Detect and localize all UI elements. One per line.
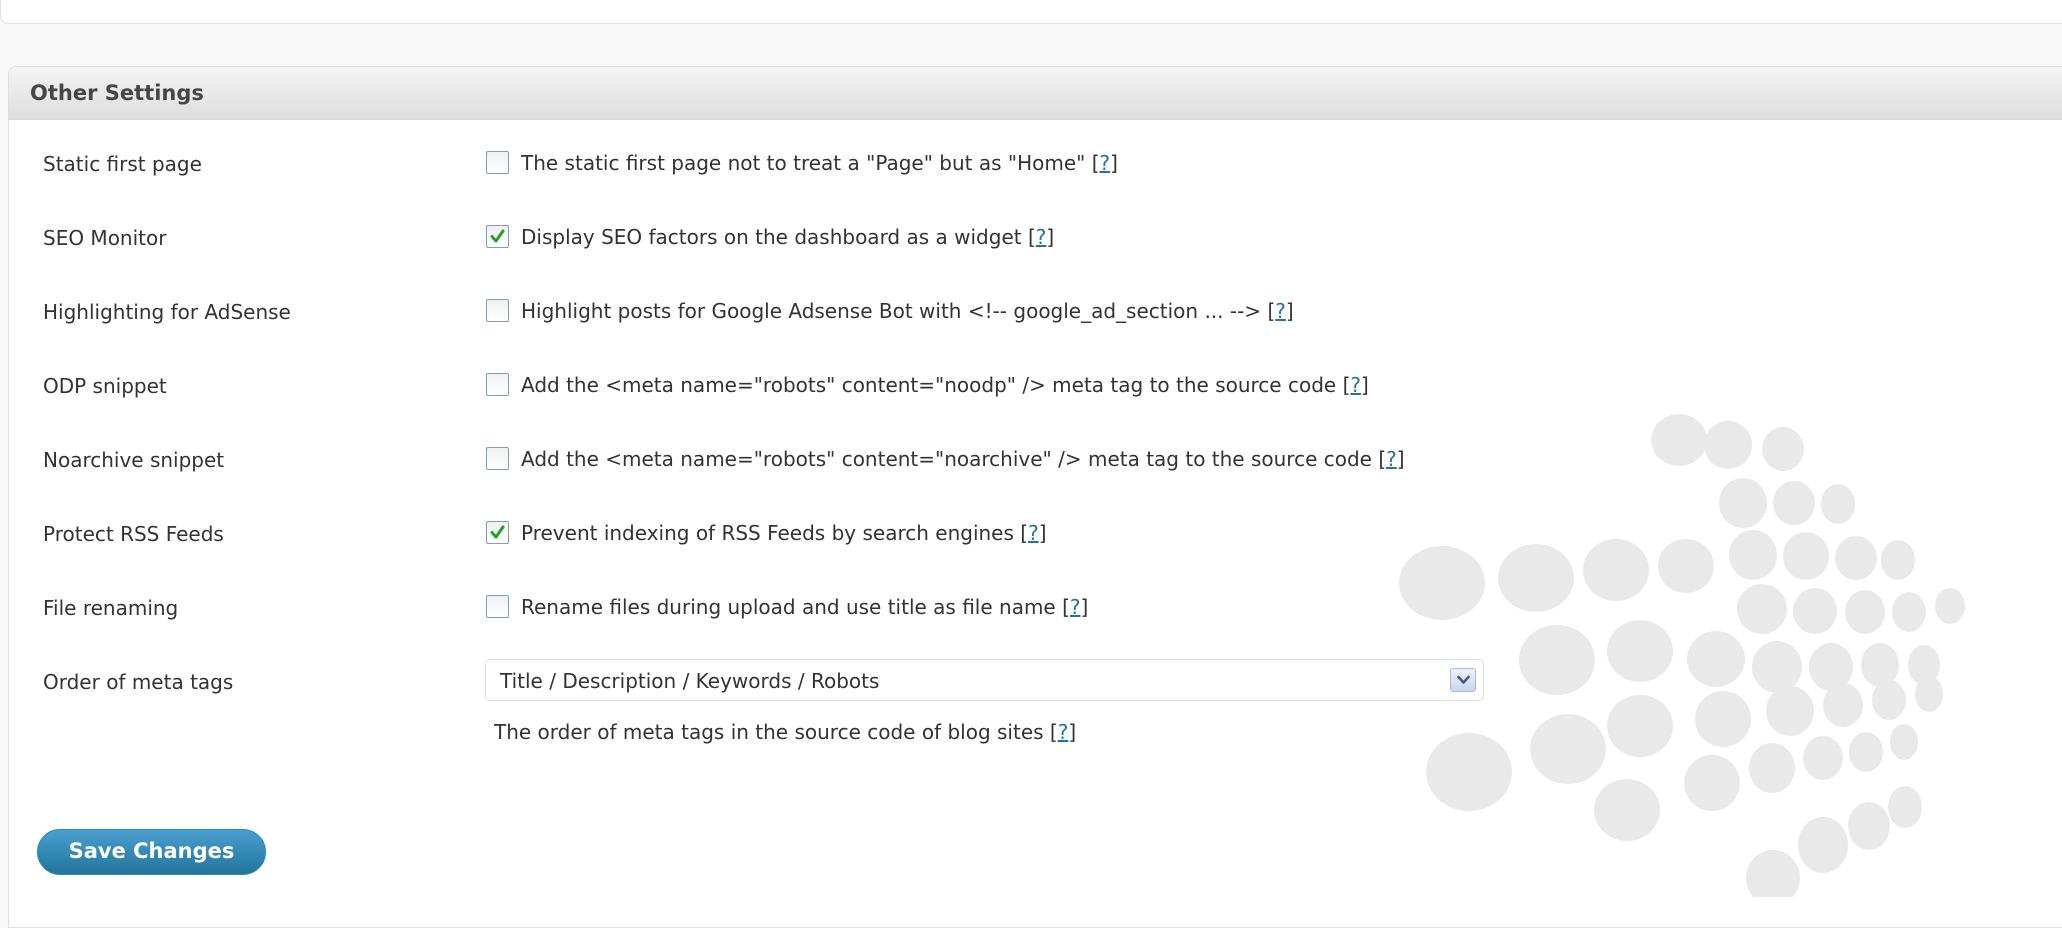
help-link[interactable]: ? bbox=[1350, 373, 1361, 397]
setting-label: Static first page bbox=[43, 152, 202, 176]
setting-description: Add the <meta name="robots" content="noa… bbox=[521, 447, 1405, 471]
odp-snippet-checkbox[interactable] bbox=[486, 373, 509, 396]
chevron-down-icon bbox=[1457, 675, 1470, 684]
panel-title: Other Settings bbox=[30, 81, 204, 105]
setting-row-odp-snippet: ODP snippet Add the <meta name="robots" … bbox=[0, 366, 2062, 406]
file-renaming-checkbox[interactable] bbox=[486, 595, 509, 618]
setting-row-static-first-page: Static first page The static first page … bbox=[0, 144, 2062, 184]
setting-label: Highlighting for AdSense bbox=[43, 300, 291, 324]
setting-row-protect-rss: Protect RSS Feeds Prevent indexing of RS… bbox=[0, 514, 2062, 554]
static-first-page-checkbox[interactable] bbox=[486, 151, 509, 174]
help-link[interactable]: ? bbox=[1275, 299, 1286, 323]
setting-description: Prevent indexing of RSS Feeds by search … bbox=[521, 521, 1047, 545]
setting-row-noarchive-snippet: Noarchive snippet Add the <meta name="ro… bbox=[0, 440, 2062, 480]
save-changes-button[interactable]: Save Changes bbox=[37, 829, 266, 875]
setting-description: Rename files during upload and use title… bbox=[521, 595, 1089, 619]
panel-header: Other Settings bbox=[9, 67, 2062, 120]
other-settings-panel: Other Settings bbox=[8, 66, 2062, 928]
help-link[interactable]: ? bbox=[1100, 151, 1111, 175]
help-link[interactable]: ? bbox=[1058, 720, 1069, 744]
help-link[interactable]: ? bbox=[1036, 225, 1047, 249]
meta-order-select[interactable]: Title / Description / Keywords / Robots bbox=[485, 659, 1484, 701]
setting-description: Highlight posts for Google Adsense Bot w… bbox=[521, 299, 1294, 323]
setting-label: Protect RSS Feeds bbox=[43, 522, 224, 546]
setting-label: File renaming bbox=[43, 596, 179, 620]
setting-row-seo-monitor: SEO Monitor Display SEO factors on the d… bbox=[0, 218, 2062, 258]
check-icon bbox=[490, 229, 505, 243]
adsense-highlighting-checkbox[interactable] bbox=[486, 299, 509, 322]
setting-description: Add the <meta name="robots" content="noo… bbox=[521, 373, 1369, 397]
seo-monitor-checkbox[interactable] bbox=[486, 225, 509, 248]
noarchive-snippet-checkbox[interactable] bbox=[486, 447, 509, 470]
select-value: Title / Description / Keywords / Robots bbox=[500, 669, 880, 693]
setting-label: Order of meta tags bbox=[43, 670, 234, 694]
previous-panel-bottom bbox=[0, 0, 2062, 24]
protect-rss-checkbox[interactable] bbox=[486, 521, 509, 544]
setting-row-adsense-highlighting: Highlighting for AdSense Highlight posts… bbox=[0, 292, 2062, 332]
setting-label: SEO Monitor bbox=[43, 226, 167, 250]
check-icon bbox=[490, 525, 505, 539]
help-link[interactable]: ? bbox=[1070, 595, 1081, 619]
select-arrow-button[interactable] bbox=[1450, 668, 1476, 692]
help-link[interactable]: ? bbox=[1386, 447, 1397, 471]
setting-description: Display SEO factors on the dashboard as … bbox=[521, 225, 1055, 249]
setting-row-file-renaming: File renaming Rename files during upload… bbox=[0, 588, 2062, 628]
setting-description: The static first page not to treat a "Pa… bbox=[521, 151, 1118, 175]
meta-order-description: The order of meta tags in the source cod… bbox=[494, 720, 1077, 744]
setting-label: ODP snippet bbox=[43, 374, 167, 398]
setting-label: Noarchive snippet bbox=[43, 448, 225, 472]
help-link[interactable]: ? bbox=[1028, 521, 1039, 545]
